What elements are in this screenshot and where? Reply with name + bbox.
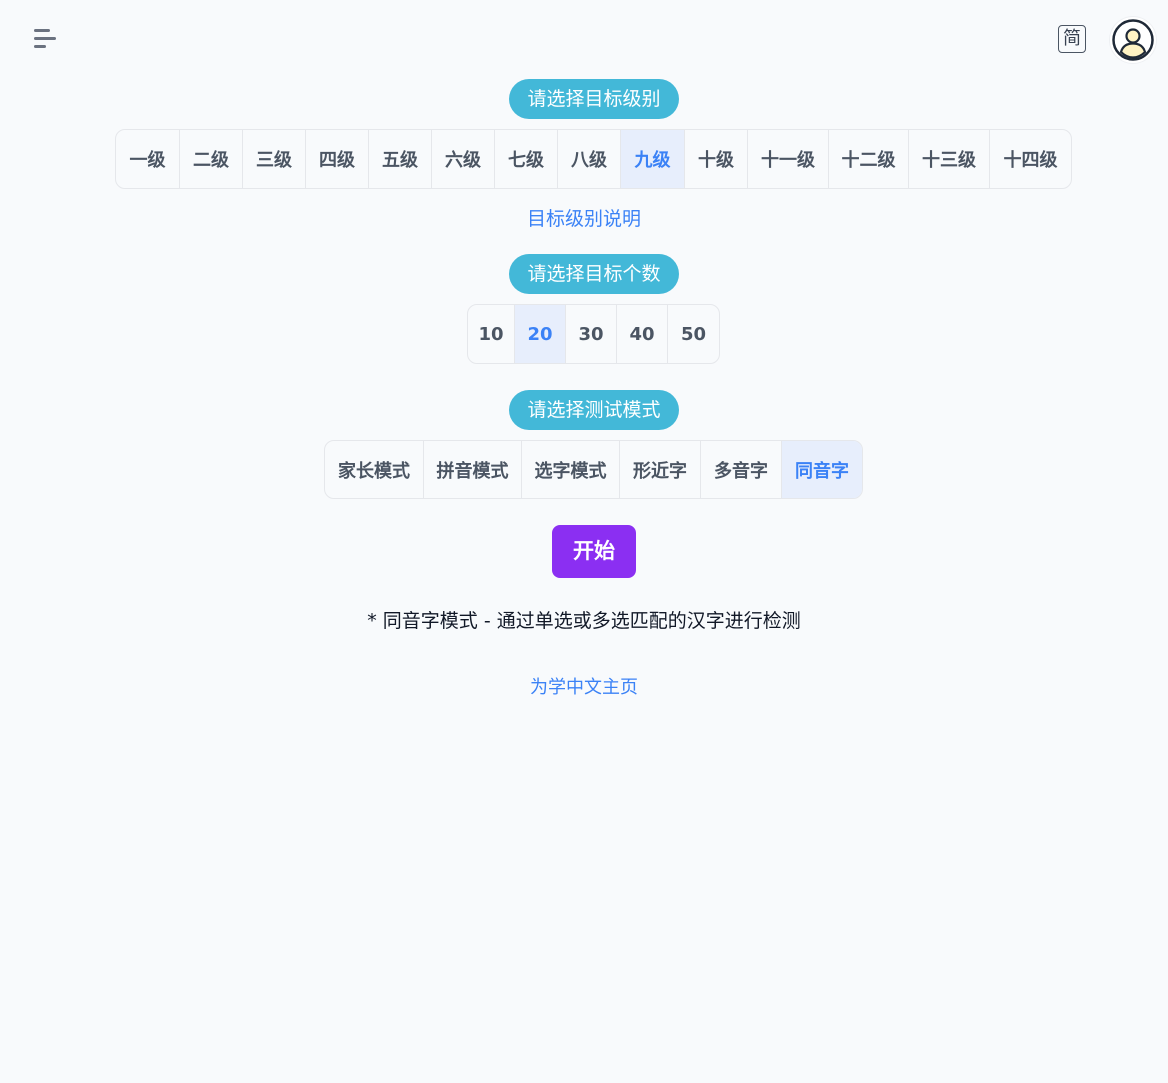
- level-option[interactable]: 三级: [243, 130, 306, 188]
- level-option[interactable]: 七级: [495, 130, 558, 188]
- count-section-title: 请选择目标个数: [509, 254, 679, 294]
- level-option[interactable]: 十一级: [748, 130, 829, 188]
- level-option[interactable]: 五级: [369, 130, 432, 188]
- start-button[interactable]: 开始: [552, 525, 636, 578]
- mode-option[interactable]: 同音字: [782, 441, 862, 498]
- language-toggle-button[interactable]: 简: [1058, 25, 1086, 53]
- level-option[interactable]: 九级: [621, 130, 685, 188]
- level-option[interactable]: 十二级: [829, 130, 909, 188]
- count-option[interactable]: 10: [468, 305, 515, 363]
- mode-option[interactable]: 拼音模式: [424, 441, 522, 498]
- hamburger-menu-icon[interactable]: [30, 26, 60, 54]
- mode-option[interactable]: 多音字: [701, 441, 782, 498]
- count-option[interactable]: 40: [617, 305, 668, 363]
- mode-option[interactable]: 家长模式: [325, 441, 424, 498]
- count-option[interactable]: 30: [566, 305, 617, 363]
- home-page-link[interactable]: 为学中文主页: [0, 673, 1168, 699]
- level-option[interactable]: 十四级: [990, 130, 1071, 188]
- level-section-title: 请选择目标级别: [509, 79, 679, 119]
- level-option[interactable]: 六级: [432, 130, 495, 188]
- user-avatar-icon[interactable]: [1110, 17, 1156, 63]
- mode-option[interactable]: 形近字: [620, 441, 701, 498]
- count-option[interactable]: 50: [668, 305, 719, 363]
- mode-section-title: 请选择测试模式: [509, 390, 679, 430]
- mode-selector: 家长模式 拼音模式 选字模式 形近字 多音字 同音字: [324, 440, 863, 499]
- level-option[interactable]: 一级: [116, 130, 180, 188]
- level-option[interactable]: 十级: [685, 130, 748, 188]
- level-option[interactable]: 二级: [180, 130, 243, 188]
- top-bar: 简: [0, 0, 1168, 80]
- count-option[interactable]: 20: [515, 305, 566, 363]
- mode-option[interactable]: 选字模式: [522, 441, 620, 498]
- mode-description: * 同音字模式 - 通过单选或多选匹配的汉字进行检测: [367, 610, 801, 632]
- level-option[interactable]: 四级: [306, 130, 369, 188]
- level-option[interactable]: 八级: [558, 130, 621, 188]
- level-option[interactable]: 十三级: [909, 130, 990, 188]
- level-selector: 一级 二级 三级 四级 五级 六级 七级 八级 九级 十级 十一级 十二级 十三级 十四级: [115, 129, 1072, 189]
- count-selector: 10 20 30 40 50: [467, 304, 720, 364]
- level-help-link[interactable]: 目标级别说明: [0, 204, 1168, 231]
